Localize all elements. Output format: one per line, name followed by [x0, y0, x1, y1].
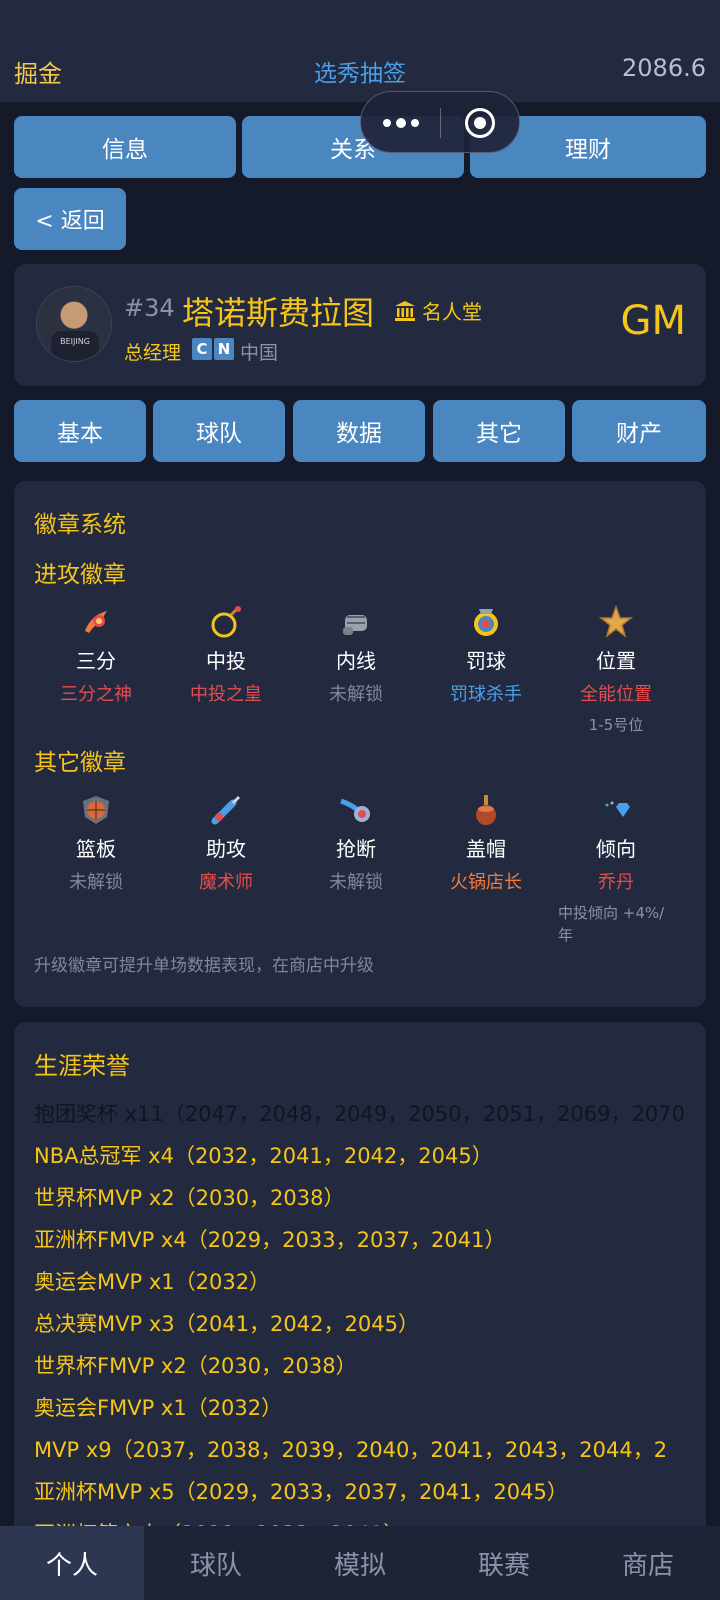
career-honors-title: 生涯荣誉 — [34, 1052, 130, 1080]
honor-item: 奥运会FMVP x1（2032） — [34, 1396, 283, 1420]
badge-subtext: 1-5号位 — [588, 716, 644, 734]
player-country: 中国 — [240, 342, 279, 364]
hall-of-fame-badge: 名人堂 — [394, 296, 482, 325]
badge-value: 全能位置 — [580, 684, 652, 705]
tab-stats[interactable]: 数据 — [293, 400, 425, 462]
top-bar: 掘金 选秀抽签 2086.6 — [0, 0, 720, 102]
badge-name: 助攻 — [206, 837, 246, 861]
honor-item: 奥运会MVP x1（2032） — [34, 1270, 271, 1294]
badge-name: 内线 — [336, 649, 376, 673]
badge-tendency[interactable]: 倾向 乔丹 中投倾向 +4%/年 — [546, 793, 686, 946]
badge-value: 未解锁 — [329, 684, 383, 705]
star-icon — [598, 604, 634, 639]
badge-value: 中投之皇 — [190, 684, 262, 705]
bottom-nav-simulate[interactable]: 模拟 — [288, 1526, 432, 1600]
bottom-nav-personal[interactable]: 个人 — [0, 1526, 144, 1600]
career-honors-card: 生涯荣誉 抱团奖杯 x11（2047，2048，2049，2050，2051，2… — [14, 1022, 706, 1600]
museum-icon — [395, 300, 415, 321]
target-icon — [469, 605, 503, 639]
bottom-nav: 个人 球队 模拟 联赛 商店 — [0, 1526, 720, 1600]
gem-icon — [599, 793, 633, 827]
hall-of-fame-label: 名人堂 — [422, 300, 482, 324]
honor-item: NBA总冠军 x4（2032，2041，2042，2045） — [34, 1144, 493, 1168]
badge-upgrade-tip: 升级徽章可提升单场数据表现，在商店中升级 — [34, 956, 374, 976]
tab-team[interactable]: 球队 — [153, 400, 285, 462]
player-name: 塔诺斯费拉图 — [182, 294, 375, 332]
badge-value: 三分之神 — [60, 684, 132, 705]
badge-position[interactable]: 位置 全能位置 1-5号位 — [546, 604, 686, 735]
bottom-nav-shop[interactable]: 商店 — [576, 1526, 720, 1600]
close-miniprogram-icon[interactable] — [465, 108, 495, 138]
badge-name: 中投 — [206, 649, 246, 673]
other-badges-title: 其它徽章 — [34, 750, 126, 776]
badge-value: 罚球杀手 — [450, 684, 522, 705]
back-button[interactable]: < 返回 — [14, 188, 126, 250]
badge-value: 未解锁 — [69, 872, 123, 893]
fireball-icon — [79, 605, 113, 639]
badge-value: 魔术师 — [199, 872, 253, 893]
offense-badges-title: 进攻徽章 — [34, 562, 126, 588]
badge-name: 三分 — [76, 649, 116, 673]
bottom-nav-league[interactable]: 联赛 — [432, 1526, 576, 1600]
badge-mid-range[interactable]: 中投 中投之皇 — [156, 605, 296, 706]
country-code-letter: N — [214, 338, 234, 360]
tab-other[interactable]: 其它 — [433, 400, 565, 462]
badge-inside[interactable]: 内线 未解锁 — [286, 605, 426, 706]
nav-info-button[interactable]: 信息 — [14, 116, 236, 178]
more-icon[interactable] — [383, 107, 423, 137]
badge-steal[interactable]: 抢断 未解锁 — [286, 793, 426, 894]
comet-icon — [339, 793, 373, 827]
honor-item: 亚洲杯MVP x5（2029，2033，2037，2041，2045） — [34, 1480, 568, 1504]
avatar[interactable]: BEIJING — [36, 286, 112, 362]
honor-item: 抱团奖杯 x11（2047，2048，2049，2050，2051，2069，2… — [34, 1102, 685, 1126]
badge-name: 位置 — [596, 649, 636, 673]
miniprogram-capsule — [360, 91, 520, 153]
avatar-jersey-text: BEIJING — [51, 331, 99, 361]
honor-item: MVP x9（2037，2038，2039，2040，2041，2043，204… — [34, 1438, 668, 1462]
gm-title: GM — [620, 298, 686, 344]
player-number: #34 — [124, 294, 175, 322]
badge-value: 火锅店长 — [450, 872, 522, 893]
country-code-letter: C — [192, 338, 212, 360]
current-year: 2086.6 — [622, 54, 706, 82]
badge-value: 乔丹 — [598, 872, 634, 893]
badge-subtext: 中投倾向 +4%/年 — [558, 904, 665, 944]
honor-item: 世界杯MVP x2（2030，2038） — [34, 1186, 345, 1210]
tab-assets[interactable]: 财产 — [572, 400, 706, 462]
profile-card: BEIJING #34 塔诺斯费拉图 名人堂 总经理 C N 中国 GM — [14, 264, 706, 386]
badge-name: 抢断 — [336, 837, 376, 861]
badge-name: 罚球 — [466, 649, 506, 673]
badge-rebound[interactable]: 篮板 未解锁 — [26, 793, 166, 894]
badge-name: 篮板 — [76, 837, 116, 861]
badge-system-title: 徽章系统 — [34, 512, 126, 538]
badge-value: 未解锁 — [329, 872, 383, 893]
badge-name: 盖帽 — [466, 837, 506, 861]
hotpot-icon — [469, 793, 503, 827]
syringe-icon — [209, 793, 243, 827]
bottom-nav-team[interactable]: 球队 — [144, 1526, 288, 1600]
tab-basic[interactable]: 基本 — [14, 400, 146, 462]
basketball-shield-icon — [79, 793, 113, 827]
honor-item: 亚洲杯FMVP x4（2029，2033，2037，2041） — [34, 1228, 506, 1252]
honor-item: 世界杯FMVP x2（2030，2038） — [34, 1354, 357, 1378]
badge-free-throw[interactable]: 罚球 罚球杀手 — [416, 605, 556, 706]
badge-block[interactable]: 盖帽 火锅店长 — [416, 793, 556, 894]
badge-system-card: 徽章系统 进攻徽章 三分 三分之神 中投 中投之皇 内线 未解锁 罚球 罚球杀手… — [14, 481, 706, 1007]
badge-name: 倾向 — [596, 837, 636, 861]
country-flag-icon: C N — [192, 338, 234, 362]
draft-lottery-link[interactable]: 选秀抽签 — [0, 54, 720, 88]
capsule-divider — [440, 108, 441, 138]
honor-item: 总决赛MVP x3（2041，2042，2045） — [34, 1312, 419, 1336]
fist-icon — [339, 605, 373, 639]
player-role: 总经理 — [124, 342, 182, 364]
badge-three-point[interactable]: 三分 三分之神 — [26, 605, 166, 706]
badge-assist[interactable]: 助攻 魔术师 — [156, 793, 296, 894]
bomb-icon — [209, 605, 243, 639]
